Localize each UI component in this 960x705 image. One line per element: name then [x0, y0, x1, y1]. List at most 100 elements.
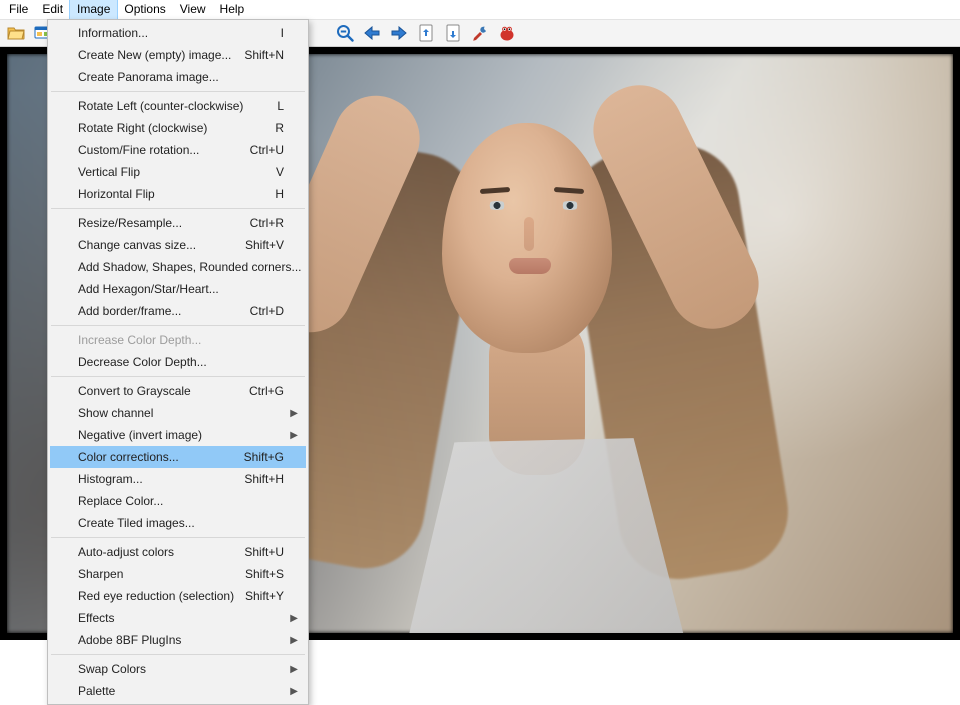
submenu-arrow-icon: ▶ — [290, 430, 298, 441]
menu-item-label: Information... — [78, 26, 148, 40]
menu-item-label: Increase Color Depth... — [78, 333, 201, 347]
menu-item-shortcut: Ctrl+R — [250, 216, 284, 230]
menu-item-shortcut: R — [275, 121, 284, 135]
menu-item-label: Vertical Flip — [78, 165, 140, 179]
menu-item-shortcut: Shift+G — [244, 450, 284, 464]
menu-item-label: Show channel — [78, 406, 153, 420]
menu-item[interactable]: Rotate Right (clockwise) R — [50, 117, 306, 139]
menu-item-label: Color corrections... — [78, 450, 179, 464]
open-folder-button[interactable] — [4, 21, 28, 45]
menu-item[interactable]: Palette ▶ — [50, 680, 306, 702]
menu-item-label: Palette — [78, 684, 115, 698]
menu-image[interactable]: Image — [70, 0, 117, 19]
menu-item-shortcut: Ctrl+G — [249, 384, 284, 398]
file-up-button[interactable] — [414, 21, 438, 45]
submenu-arrow-icon: ▶ — [290, 686, 298, 697]
menu-item[interactable]: Create Panorama image... — [50, 66, 306, 88]
arrow-left-icon — [363, 26, 381, 40]
menu-item[interactable]: Show channel▶ — [50, 402, 306, 424]
submenu-arrow-icon: ▶ — [290, 664, 298, 675]
menu-item-shortcut: H — [275, 187, 284, 201]
menu-item[interactable]: Horizontal Flip H — [50, 183, 306, 205]
menu-item-label: Create Panorama image... — [78, 70, 219, 84]
open-folder-icon — [7, 25, 25, 41]
move-down-icon — [445, 24, 461, 42]
menu-item-label: Horizontal Flip — [78, 187, 155, 201]
menu-item[interactable]: Custom/Fine rotation... Ctrl+U — [50, 139, 306, 161]
menu-item[interactable]: Swap Colors ▶ — [50, 658, 306, 680]
menu-separator — [51, 537, 305, 538]
menu-item-label: Add Shadow, Shapes, Rounded corners... — [78, 260, 301, 274]
menu-item[interactable]: Color corrections... Shift+G — [50, 446, 306, 468]
menu-item[interactable]: Auto-adjust colors Shift+U — [50, 541, 306, 563]
photo-nose — [524, 217, 534, 251]
menu-item-label: Adobe 8BF PlugIns — [78, 633, 181, 647]
menu-item: Increase Color Depth... — [50, 329, 306, 351]
menu-item-label: Add border/frame... — [78, 304, 181, 318]
menu-item[interactable]: Decrease Color Depth... — [50, 351, 306, 373]
menu-item[interactable]: Negative (invert image) ▶ — [50, 424, 306, 446]
menu-item-label: Custom/Fine rotation... — [78, 143, 199, 157]
submenu-arrow-icon: ▶ — [290, 635, 298, 646]
menu-separator — [51, 208, 305, 209]
menu-file[interactable]: File — [2, 0, 35, 19]
menu-item-label: Swap Colors — [78, 662, 146, 676]
menu-item-label: Sharpen — [78, 567, 123, 581]
menu-item[interactable]: SharpenShift+S — [50, 563, 306, 585]
tools-icon — [471, 24, 489, 42]
menubar: File Edit Image Options View Help — [0, 0, 960, 19]
menu-item-shortcut: V — [276, 165, 284, 179]
menu-item-label: Rotate Left (counter-clockwise) — [78, 99, 243, 113]
photo-lips — [509, 258, 551, 274]
menu-item[interactable]: Information... I — [50, 22, 306, 44]
menu-item[interactable]: Rotate Left (counter-clockwise)L — [50, 95, 306, 117]
irfanview-button[interactable] — [495, 21, 519, 45]
arrow-right-icon — [390, 26, 408, 40]
menu-item-shortcut: I — [281, 26, 284, 40]
menu-separator — [51, 654, 305, 655]
move-up-icon — [418, 24, 434, 42]
file-down-button[interactable] — [441, 21, 465, 45]
menu-separator — [51, 325, 305, 326]
menu-item-label: Replace Color... — [78, 494, 163, 508]
menu-options[interactable]: Options — [117, 0, 172, 19]
next-button[interactable] — [387, 21, 411, 45]
zoom-out-icon — [336, 24, 354, 42]
submenu-arrow-icon: ▶ — [290, 613, 298, 624]
menu-view[interactable]: View — [173, 0, 213, 19]
menu-item[interactable]: Create New (empty) image...Shift+N — [50, 44, 306, 66]
menu-item-shortcut: Ctrl+U — [250, 143, 284, 157]
menu-item-shortcut: Shift+V — [245, 238, 284, 252]
menu-item[interactable]: Add Shadow, Shapes, Rounded corners... — [50, 256, 306, 278]
menu-item-label: Convert to Grayscale — [78, 384, 191, 398]
menu-item[interactable]: Change canvas size... Shift+V — [50, 234, 306, 256]
menu-item[interactable]: Resize/Resample...Ctrl+R — [50, 212, 306, 234]
menu-item-label: Auto-adjust colors — [78, 545, 174, 559]
irfanview-icon — [498, 24, 516, 42]
photo-eye — [486, 201, 508, 210]
menu-edit[interactable]: Edit — [35, 0, 70, 19]
menu-item[interactable]: Add border/frame...Ctrl+D — [50, 300, 306, 322]
tools-button[interactable] — [468, 21, 492, 45]
prev-button[interactable] — [360, 21, 384, 45]
menu-item[interactable]: Add Hexagon/Star/Heart... — [50, 278, 306, 300]
menu-item[interactable]: Create Tiled images... — [50, 512, 306, 534]
menu-item-shortcut: Shift+H — [244, 472, 284, 486]
menu-help[interactable]: Help — [213, 0, 252, 19]
menu-item-label: Negative (invert image) — [78, 428, 202, 442]
menu-item[interactable]: Red eye reduction (selection)Shift+Y — [50, 585, 306, 607]
menu-item[interactable]: Convert to Grayscale Ctrl+G — [50, 380, 306, 402]
menu-item-label: Change canvas size... — [78, 238, 196, 252]
menu-item[interactable]: Replace Color... — [50, 490, 306, 512]
menu-separator — [51, 91, 305, 92]
menu-item[interactable]: Adobe 8BF PlugIns ▶ — [50, 629, 306, 651]
image-menu-dropdown: Information... I Create New (empty) image.… — [47, 19, 309, 705]
menu-item[interactable]: Effects▶ — [50, 607, 306, 629]
menu-item[interactable]: Vertical Flip V — [50, 161, 306, 183]
menu-item-shortcut: Shift+U — [244, 545, 284, 559]
menu-item-shortcut: Shift+N — [244, 48, 284, 62]
menu-item-label: Rotate Right (clockwise) — [78, 121, 207, 135]
menu-item-label: Decrease Color Depth... — [78, 355, 207, 369]
zoom-out-button[interactable] — [333, 21, 357, 45]
menu-item[interactable]: Histogram...Shift+H — [50, 468, 306, 490]
